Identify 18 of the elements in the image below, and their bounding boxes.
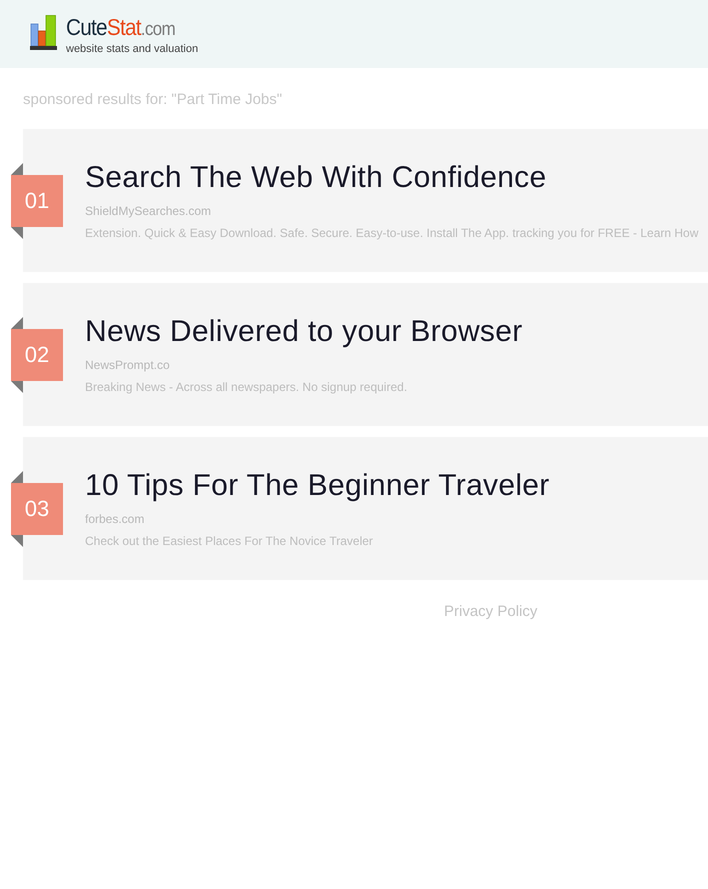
ribbon-fold-icon	[11, 535, 23, 547]
result-title-link[interactable]: Search The Web With Confidence	[85, 160, 546, 196]
ribbon-fold-icon	[11, 163, 23, 175]
result-domain: ShieldMySearches.com	[85, 203, 212, 219]
rank-badge: 01	[11, 175, 63, 227]
rank-badge: 03	[11, 483, 63, 535]
ribbon-fold-icon	[11, 227, 23, 239]
rank-badge: 02	[11, 329, 63, 381]
result-domain: forbes.com	[85, 511, 144, 527]
logo-wordmark[interactable]: CuteStat.com	[66, 15, 175, 42]
result-domain: NewsPrompt.co	[85, 357, 170, 373]
ribbon-fold-icon	[11, 381, 23, 393]
ribbon-fold-icon	[11, 317, 23, 329]
result-title-link[interactable]: 10 Tips For The Beginner Traveler	[85, 468, 550, 504]
logo-tagline: website stats and valuation	[66, 43, 198, 56]
ribbon-fold-icon	[11, 471, 23, 483]
bar-chart-logo-icon	[30, 15, 57, 50]
result-title-link[interactable]: News Delivered to your Browser	[85, 314, 522, 350]
